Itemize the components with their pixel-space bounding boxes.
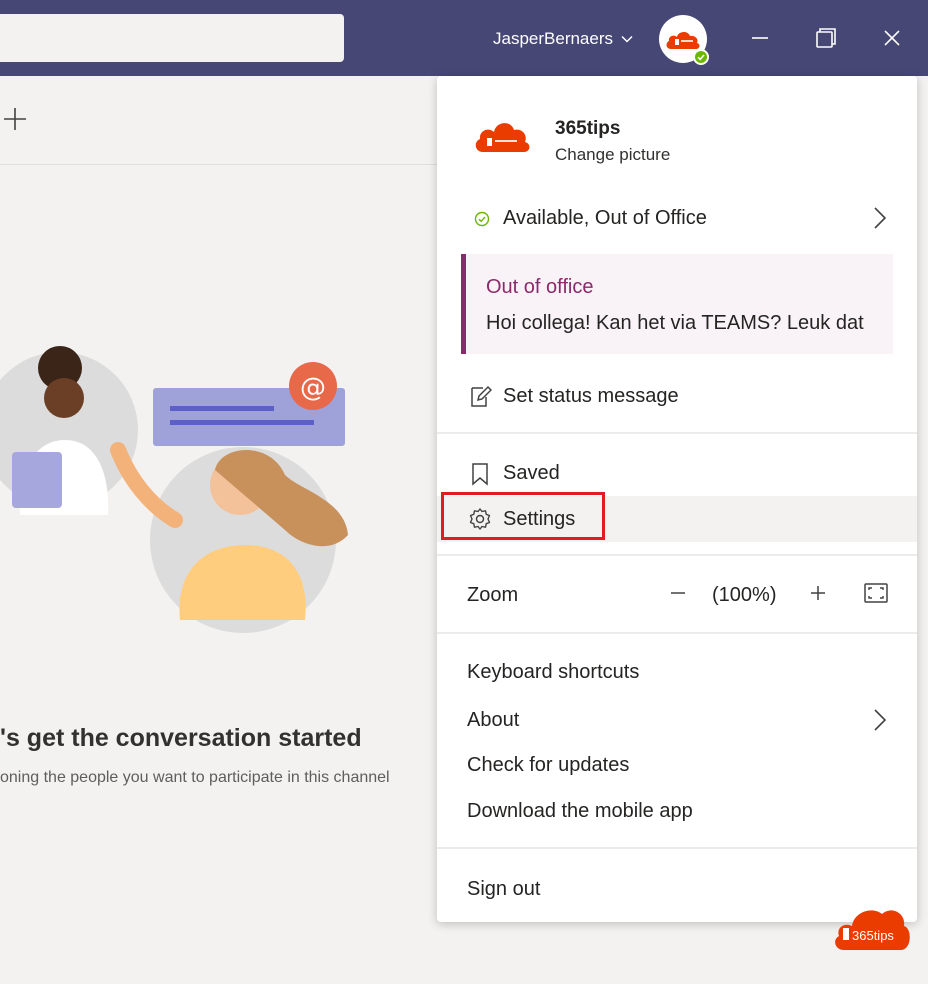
download-mobile-app-item[interactable]: Download the mobile app <box>467 800 693 823</box>
edit-message-icon <box>467 384 493 410</box>
menu-divider <box>437 847 917 849</box>
office-cloud-watermark-icon <box>835 910 910 950</box>
office-cloud-logo <box>475 123 530 152</box>
check-updates-item[interactable]: Check for updates <box>467 754 629 777</box>
plus-icon <box>811 586 825 600</box>
conversation-illustration: @ <box>0 346 348 633</box>
sign-out-item[interactable]: Sign out <box>467 878 540 901</box>
out-of-office-title: Out of office <box>486 276 594 298</box>
fullscreen-icon[interactable] <box>863 580 889 606</box>
status-menu-item[interactable]: Available, Out of Office <box>437 196 917 240</box>
watermark-text: 365tips <box>852 928 894 943</box>
account-switcher[interactable]: JasperBernaers <box>493 29 633 49</box>
zoom-out-button[interactable] <box>663 578 693 608</box>
close-button[interactable] <box>872 20 912 56</box>
empty-state-subtitle: oning the people you want to participate… <box>0 769 390 786</box>
profile-name: 365tips <box>555 118 621 139</box>
out-of-office-message: Hoi collega! Kan het via TEAMS? Leuk dat <box>486 312 864 334</box>
zoom-in-button[interactable] <box>803 578 833 608</box>
presence-badge <box>693 49 709 65</box>
zoom-control: Zoom (100%) <box>437 572 917 620</box>
out-of-office-card[interactable]: Out of office Hoi collega! Kan het via T… <box>461 254 893 354</box>
brand-watermark: 365tips <box>832 902 912 952</box>
restore-icon <box>816 28 836 48</box>
search-input[interactable] <box>0 14 344 62</box>
set-status-message-label: Set status message <box>503 384 679 407</box>
chevron-down-icon <box>621 35 633 43</box>
zoom-label: Zoom <box>467 584 519 606</box>
svg-text:@: @ <box>300 373 326 403</box>
settings-highlight-box <box>441 492 605 540</box>
chevron-right-icon <box>874 709 887 731</box>
minus-icon <box>671 592 685 594</box>
about-label: About <box>467 708 520 731</box>
add-tab-icon[interactable] <box>2 106 28 132</box>
minimize-button[interactable] <box>740 20 780 56</box>
saved-menu-item[interactable]: Saved <box>437 451 917 495</box>
restore-button[interactable] <box>806 20 846 56</box>
minimize-icon <box>752 37 768 39</box>
bookmark-icon <box>467 461 493 487</box>
available-check-icon <box>695 51 707 63</box>
close-icon <box>884 30 900 46</box>
status-label: Available, Out of Office <box>503 206 707 229</box>
office-cloud-icon <box>666 31 700 49</box>
username-label: JasperBernaers <box>493 29 614 48</box>
change-picture-link[interactable]: Change picture <box>555 145 670 165</box>
set-status-message-item[interactable]: Set status message <box>437 374 917 418</box>
profile-header: 365tips Change picture <box>437 76 917 186</box>
tab-divider <box>0 164 437 165</box>
about-menu-item[interactable]: About <box>437 698 917 742</box>
available-status-icon <box>469 206 495 232</box>
keyboard-shortcuts-item[interactable]: Keyboard shortcuts <box>467 661 639 684</box>
chevron-right-icon <box>874 207 887 229</box>
menu-divider <box>437 554 917 556</box>
empty-state-title: 's get the conversation started <box>0 724 362 752</box>
title-bar: JasperBernaers <box>0 0 928 76</box>
profile-avatar[interactable] <box>659 15 709 65</box>
menu-divider <box>437 632 917 634</box>
menu-divider <box>437 432 917 434</box>
zoom-level: (100%) <box>712 584 777 606</box>
saved-label: Saved <box>503 461 560 484</box>
